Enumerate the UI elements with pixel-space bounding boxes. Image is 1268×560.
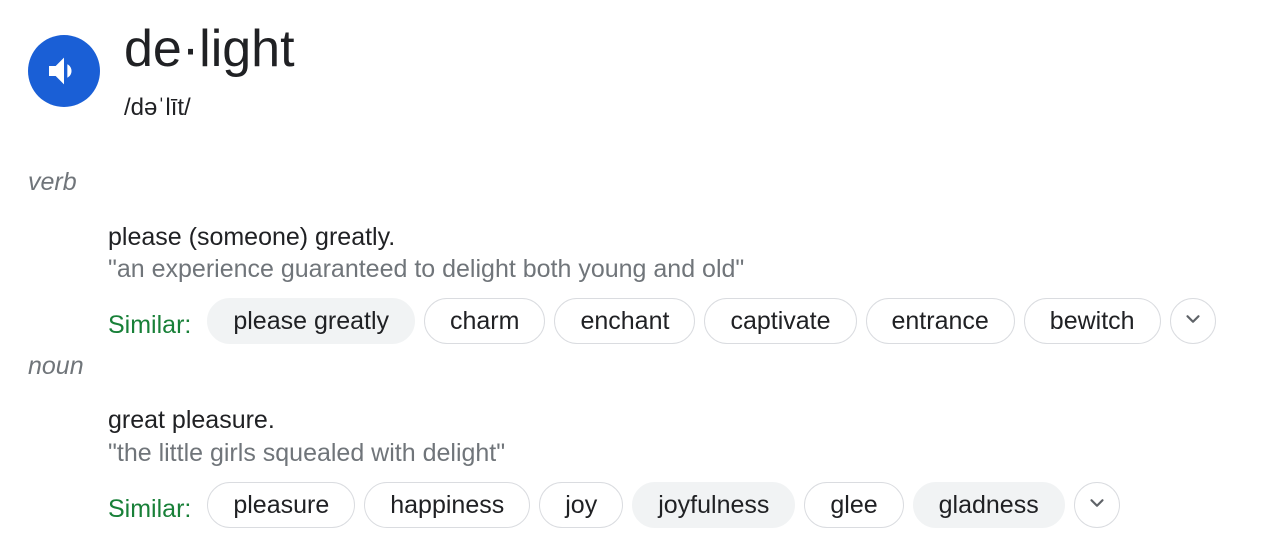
similar-label: Similar: (108, 310, 192, 339)
similar-chip[interactable]: pleasure (207, 482, 356, 528)
example-noun: "the little girls squealed with delight" (108, 439, 506, 467)
similar-chip[interactable]: gladness (912, 482, 1065, 528)
speaker-icon (44, 51, 84, 91)
similar-row-noun: Similar: pleasure happiness joy joyfulne… (108, 481, 1120, 529)
phonetic-spelling: /dəˈlīt/ (124, 94, 191, 121)
similar-chip[interactable]: captivate (704, 298, 857, 344)
similar-chip[interactable]: charm (424, 298, 546, 344)
similar-chip[interactable]: please greatly (207, 298, 415, 344)
expand-similar-button[interactable] (1169, 298, 1216, 344)
similar-chip[interactable]: glee (804, 482, 904, 528)
similar-chip[interactable]: enchant (554, 298, 696, 344)
similar-chip[interactable]: joy (539, 482, 624, 528)
expand-similar-button[interactable] (1073, 482, 1120, 528)
similar-chip[interactable]: happiness (364, 482, 531, 528)
dictionary-card: de·light /dəˈlīt/ verb please (someone) … (0, 0, 1268, 560)
similar-row-verb: Similar: please greatly charm enchant ca… (108, 297, 1216, 345)
part-of-speech-verb: verb (28, 168, 77, 196)
example-verb: "an experience guaranteed to delight bot… (108, 255, 745, 283)
chevron-down-icon (1086, 492, 1108, 519)
pronounce-button[interactable] (28, 35, 100, 107)
definition-verb: please (someone) greatly. (108, 223, 396, 251)
headword: de·light (124, 20, 295, 78)
chevron-down-icon (1182, 308, 1204, 335)
similar-chip[interactable]: bewitch (1023, 298, 1161, 344)
similar-chip[interactable]: entrance (865, 298, 1015, 344)
similar-label: Similar: (108, 494, 192, 523)
similar-chip[interactable]: joyfulness (632, 482, 796, 528)
definition-noun: great pleasure. (108, 406, 275, 434)
part-of-speech-noun: noun (28, 352, 84, 380)
